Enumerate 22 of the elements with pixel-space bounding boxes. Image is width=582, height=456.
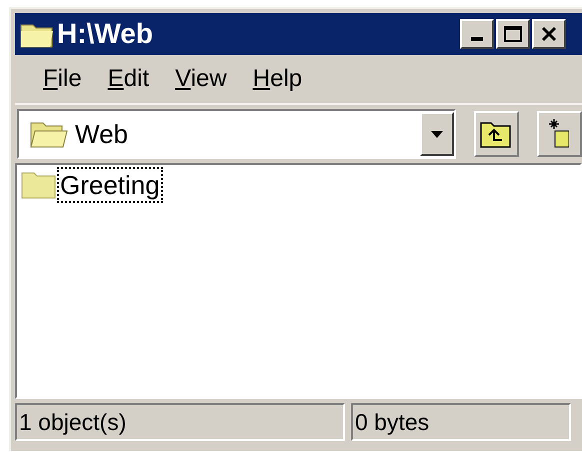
dropdown-button[interactable] <box>420 112 454 156</box>
maximize-icon <box>504 26 522 42</box>
close-icon <box>541 26 557 42</box>
menu-item[interactable]: Edit <box>108 61 150 97</box>
minimize-button[interactable] <box>460 19 494 49</box>
close-button[interactable] <box>532 19 566 49</box>
address-combo[interactable]: Web <box>17 109 456 159</box>
new-folder-icon <box>548 119 569 149</box>
menu-item[interactable]: View <box>175 61 227 97</box>
folder-label[interactable]: Greeting <box>57 167 163 203</box>
maximize-button[interactable] <box>496 19 530 49</box>
caret-icon <box>430 130 443 138</box>
menu-item[interactable]: File <box>43 61 82 97</box>
folder-icon <box>21 170 57 200</box>
minimize-icon <box>471 37 483 41</box>
status-text: 1 object(s) <box>15 403 345 441</box>
menu-item[interactable]: Help <box>252 61 302 97</box>
window-title: H:\Web <box>57 17 153 51</box>
status-text: 0 bytes <box>351 403 571 441</box>
new-folder-button[interactable] <box>536 111 582 157</box>
up-folder-button[interactable] <box>474 111 519 157</box>
address-text: Web <box>75 118 128 150</box>
